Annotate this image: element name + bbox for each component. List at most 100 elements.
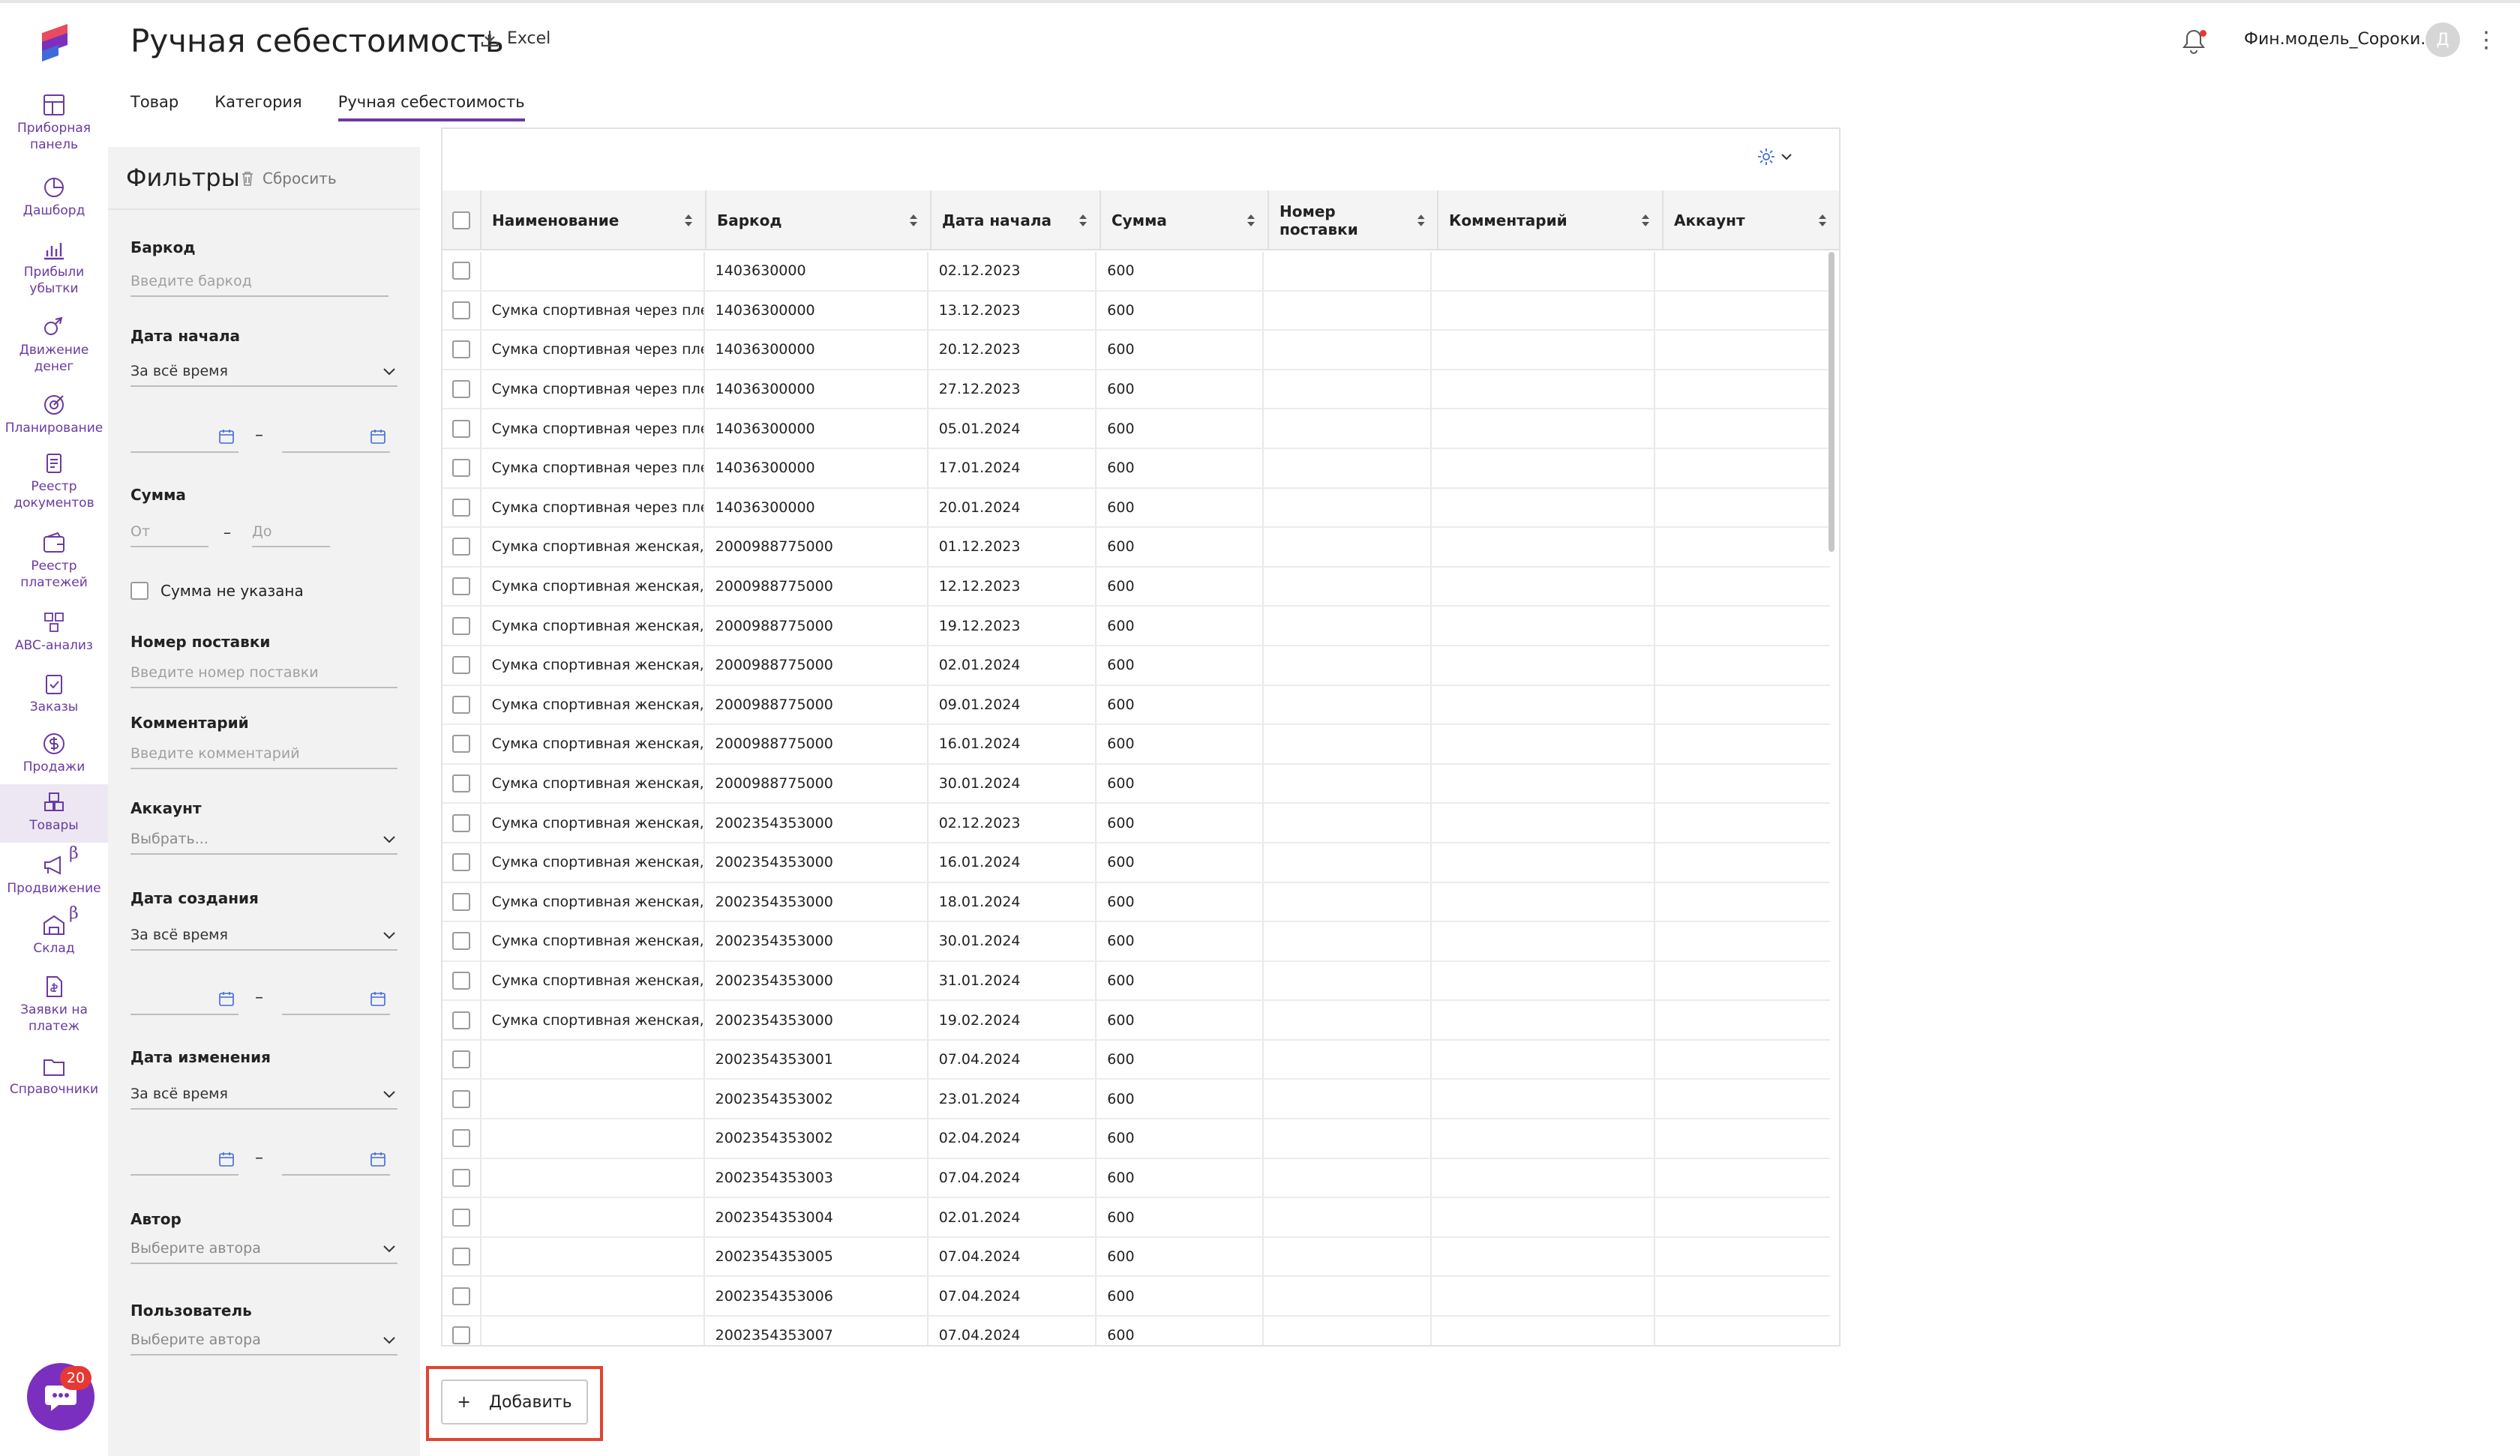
row-checkbox[interactable] <box>452 656 470 675</box>
nav-item-boxes[interactable]: Товары <box>0 784 108 843</box>
row-checkbox[interactable] <box>452 1168 470 1187</box>
sort-icon[interactable] <box>1245 211 1257 229</box>
nav-item-target[interactable]: Планирование <box>0 387 108 445</box>
sort-icon[interactable] <box>1816 211 1828 229</box>
table-row[interactable]: Сумка спортивная женская,Q 2002354353000 3… <box>442 922 1830 962</box>
modified-date-from[interactable] <box>130 1146 238 1176</box>
column-settings-button[interactable] <box>1756 147 1794 166</box>
barcode-input[interactable]: Введите баркод <box>130 273 388 297</box>
sum-from-input[interactable]: От <box>130 523 208 547</box>
table-row[interactable]: 2002354353005 07.04.2024 600 <box>442 1237 1830 1278</box>
author-select[interactable]: Выберите автора <box>130 1240 398 1264</box>
row-checkbox[interactable] <box>452 538 470 556</box>
table-row[interactable]: Сумка спортивная женская, С 2000988775000… <box>442 567 1830 607</box>
row-checkbox[interactable] <box>452 1011 470 1029</box>
table-row[interactable]: 2002354353003 07.04.2024 600 <box>442 1158 1830 1199</box>
column-header[interactable]: Комментарий <box>1438 190 1664 250</box>
table-row[interactable]: 2002354353007 07.04.2024 600 <box>442 1317 1830 1345</box>
supply-number-input[interactable]: Введите номер поставки <box>130 664 398 688</box>
column-header[interactable]: Баркод <box>706 190 932 250</box>
row-checkbox[interactable] <box>452 774 470 793</box>
start-date-to[interactable] <box>282 423 390 453</box>
sum-to-input[interactable]: До <box>252 523 330 547</box>
row-checkbox[interactable] <box>452 1326 470 1345</box>
nav-item-dashboard-panel[interactable]: Приборная панель <box>0 87 108 159</box>
table-row[interactable]: Сумка спортивная женская,Q 2002354353000 3… <box>442 961 1830 1002</box>
add-button[interactable]: + Добавить <box>441 1380 588 1425</box>
table-row[interactable]: Сумка спортивная через плеч 14036300000 20… <box>442 488 1830 529</box>
table-row[interactable]: Сумка спортивная через плеч 14036300000 17… <box>442 448 1830 489</box>
nav-item-pie-chart[interactable]: Дашборд <box>0 169 108 228</box>
table-row[interactable]: Сумка спортивная через плеч 14036300000 05… <box>442 409 1830 449</box>
nav-item-dollar[interactable]: Продажи <box>0 726 108 784</box>
row-checkbox[interactable] <box>452 262 470 280</box>
created-date-from[interactable] <box>130 985 238 1015</box>
nav-item-abc[interactable]: ABC-анализ <box>0 604 108 663</box>
row-checkbox[interactable] <box>452 1050 470 1069</box>
row-checkbox[interactable] <box>452 735 470 753</box>
row-checkbox[interactable] <box>452 301 470 319</box>
nav-item-wallet[interactable]: Реестр платежей <box>0 525 108 597</box>
row-checkbox[interactable] <box>452 498 470 517</box>
sort-icon[interactable] <box>682 211 694 229</box>
nav-item-folder[interactable]: Справочники <box>0 1048 108 1107</box>
comment-input[interactable]: Введите комментарий <box>130 745 398 769</box>
table-row[interactable]: Сумка спортивная женская, С 2000988775000… <box>442 528 1830 568</box>
table-row[interactable]: 2002354353002 02.04.2024 600 <box>442 1119 1830 1159</box>
column-header[interactable]: Дата начала <box>932 190 1101 250</box>
created-date-to[interactable] <box>282 985 390 1015</box>
row-checkbox[interactable] <box>452 340 470 359</box>
more-options-icon[interactable]: ⋮ <box>2475 27 2498 53</box>
table-row[interactable]: Сумка спортивная женская, С 2000988775000… <box>442 725 1830 765</box>
table-row[interactable]: 2002354353006 07.04.2024 600 <box>442 1277 1830 1317</box>
table-row[interactable]: 2002354353004 02.01.2024 600 <box>442 1198 1830 1238</box>
reset-filters-button[interactable]: Сбросить <box>240 169 337 187</box>
sort-icon[interactable] <box>908 211 920 229</box>
account-select[interactable]: Выбрать... <box>130 831 398 855</box>
table-row[interactable]: Сумка спортивная женская, С 2000988775000… <box>442 607 1830 646</box>
sort-icon[interactable] <box>1415 211 1427 229</box>
nav-item-documents[interactable]: Реестр документов <box>0 445 108 517</box>
column-header[interactable]: Наименование <box>482 190 706 250</box>
app-logo-icon[interactable] <box>36 22 74 61</box>
table-row[interactable]: Сумка спортивная женская,Q 2002354353000 1… <box>442 1001 1830 1041</box>
row-checkbox[interactable] <box>452 695 470 714</box>
column-header[interactable]: Аккаунт <box>1664 190 1839 250</box>
tab-category[interactable]: Категория <box>214 88 302 121</box>
column-header[interactable]: Сумма <box>1101 190 1269 250</box>
table-row[interactable]: Сумка спортивная женская, С 2000988775000… <box>442 764 1830 804</box>
table-row[interactable]: Сумка спортивная женская, С 2000988775000… <box>442 685 1830 726</box>
start-date-from[interactable] <box>130 423 238 453</box>
table-row[interactable]: Сумка спортивная через плеч 14036300000 20… <box>442 331 1830 370</box>
row-checkbox[interactable] <box>452 1287 470 1305</box>
row-checkbox[interactable] <box>452 1208 470 1227</box>
row-checkbox[interactable] <box>452 971 470 990</box>
excel-export-button[interactable]: Excel <box>480 28 550 48</box>
row-checkbox[interactable] <box>452 616 470 635</box>
table-row[interactable]: Сумка спортивная женская, С 2000988775000… <box>442 646 1830 686</box>
nav-item-money-flow[interactable]: Движение денег <box>0 309 108 381</box>
column-header[interactable]: Номер поставки <box>1269 190 1438 250</box>
row-checkbox[interactable] <box>452 380 470 399</box>
row-checkbox[interactable] <box>452 459 470 478</box>
nav-item-payment-request[interactable]: Заявки на платеж <box>0 969 108 1041</box>
row-checkbox[interactable] <box>452 813 470 832</box>
modified-date-select[interactable]: За всё время <box>130 1086 398 1110</box>
table-row[interactable]: 2002354353002 23.01.2024 600 <box>442 1080 1830 1120</box>
account-name[interactable]: Фин.модель_Сороки... <box>2244 30 2436 49</box>
created-date-select[interactable]: За всё время <box>130 927 398 951</box>
row-checkbox[interactable] <box>452 1089 470 1108</box>
nav-item-bar-chart[interactable]: Прибыли убытки <box>0 231 108 303</box>
table-row[interactable]: 1403630000 02.12.2023 600 <box>442 252 1830 292</box>
table-row[interactable]: Сумка спортивная через плеч 14036300000 27… <box>442 370 1830 410</box>
table-row[interactable]: Сумка спортивная через плеч 14036300000 13… <box>442 291 1830 331</box>
row-checkbox[interactable] <box>452 577 470 596</box>
sort-icon[interactable] <box>1640 211 1652 229</box>
avatar[interactable]: Д <box>2426 22 2460 57</box>
start-date-select[interactable]: За всё время <box>130 363 398 387</box>
nav-item-megaphone[interactable]: Продвижение β <box>0 844 108 906</box>
row-checkbox[interactable] <box>452 1129 470 1148</box>
modified-date-to[interactable] <box>282 1146 390 1176</box>
sort-icon[interactable] <box>1077 211 1089 229</box>
nav-item-clipboard[interactable]: Заказы <box>0 666 108 724</box>
